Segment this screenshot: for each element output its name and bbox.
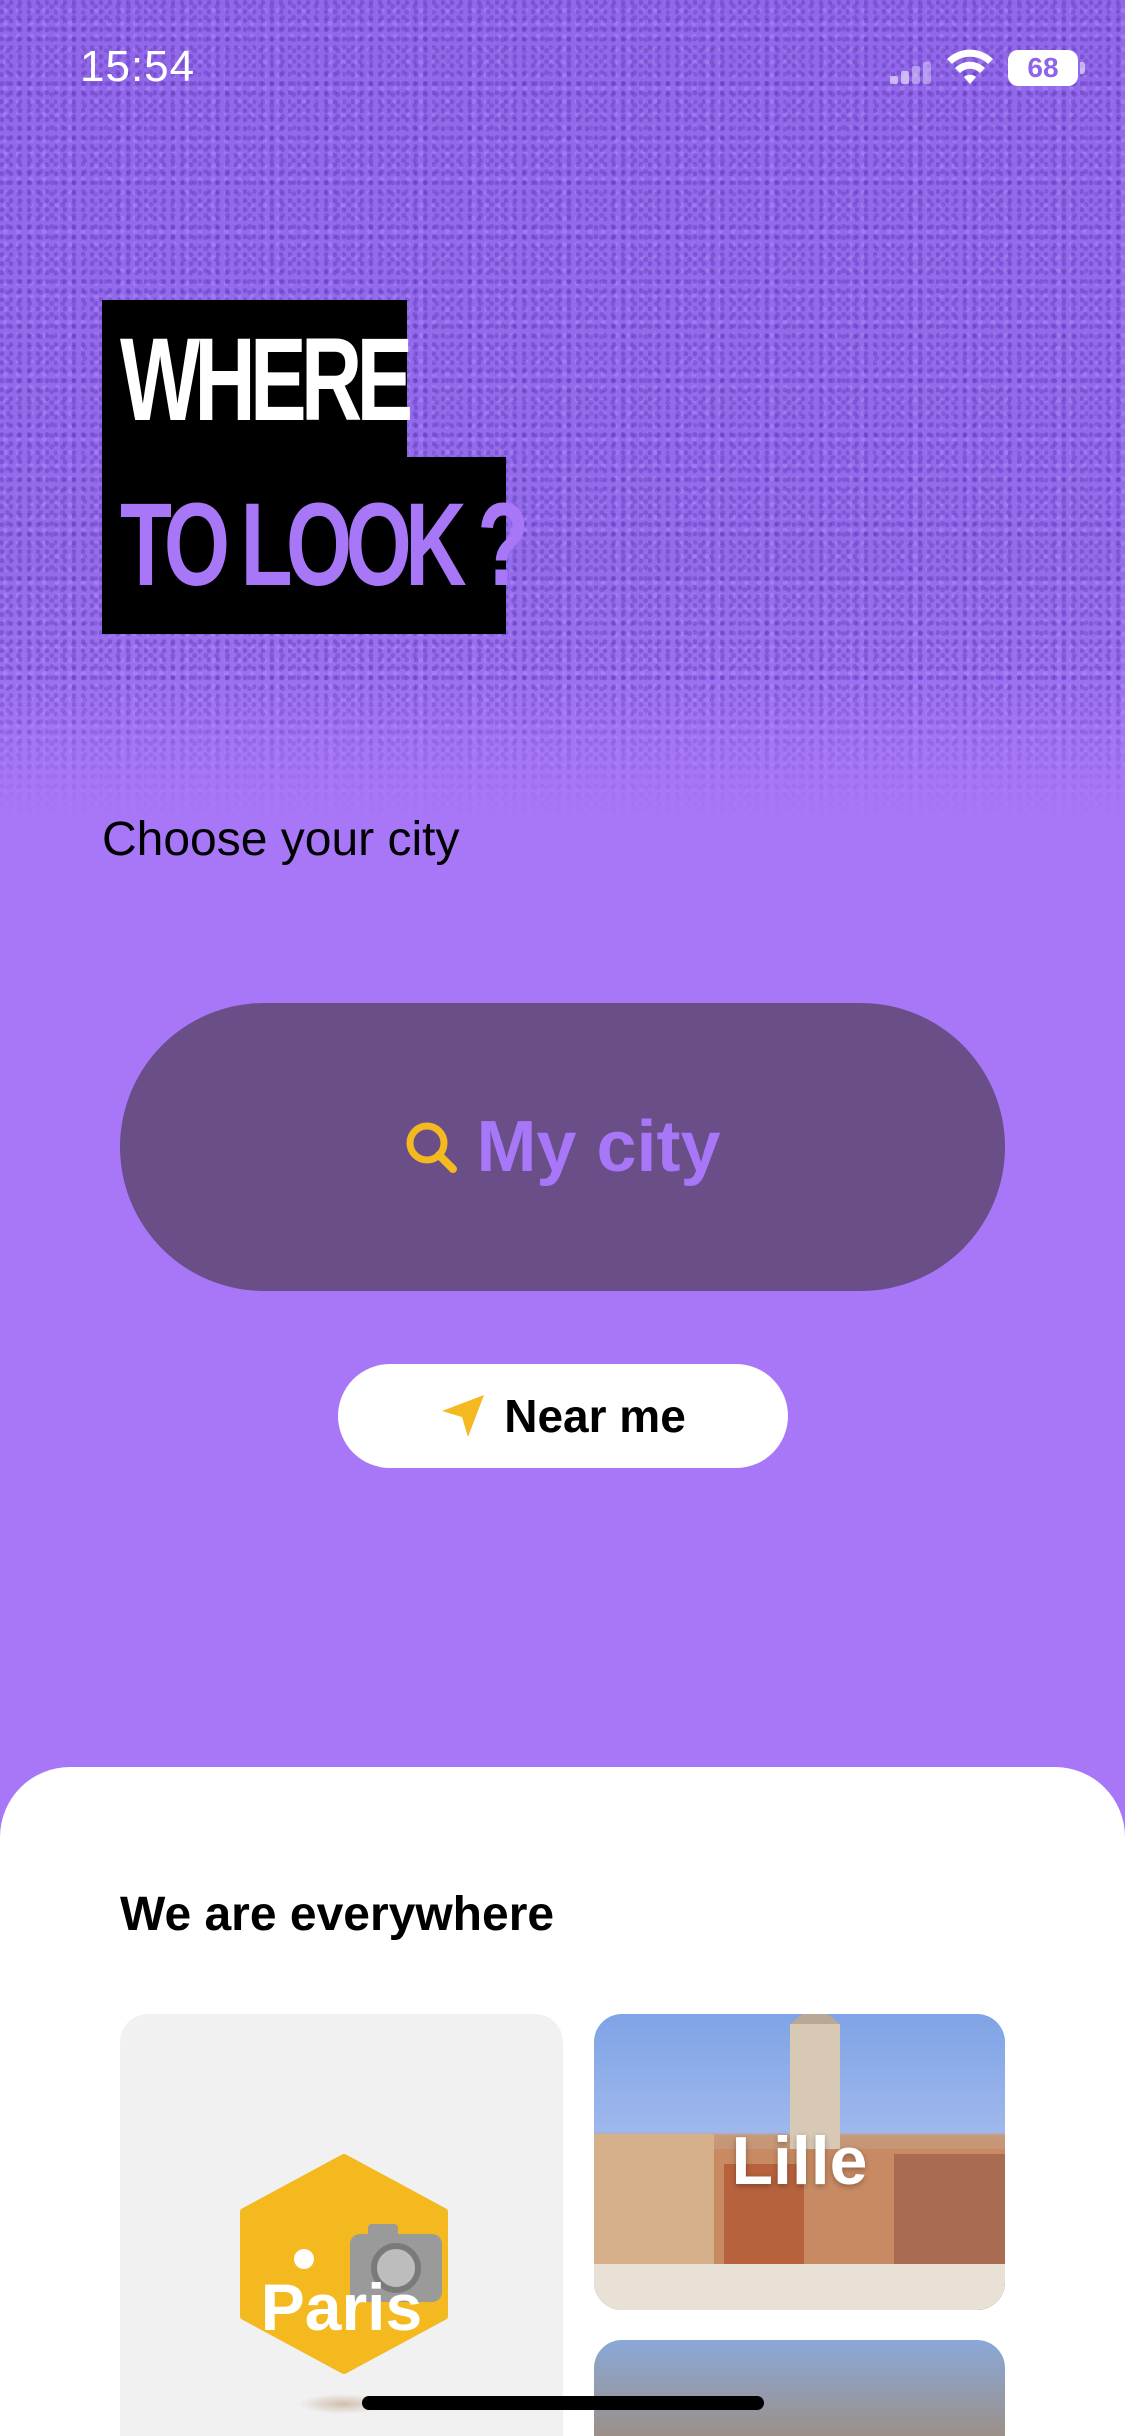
logo-line-2: TO LOOK ?	[102, 457, 529, 634]
city-card-paris[interactable]: Paris	[120, 2014, 563, 2436]
city-card[interactable]	[594, 2340, 1005, 2436]
near-me-label: Near me	[504, 1390, 686, 1442]
status-time: 15:54	[80, 42, 196, 91]
location-arrow-icon	[442, 1395, 485, 1437]
city-card-label: Lille	[731, 2123, 868, 2199]
city-card-label: Paris	[260, 2270, 423, 2344]
wifi-icon	[947, 49, 993, 84]
near-me-button[interactable]: Near me	[338, 1364, 788, 1468]
signal-icon	[890, 62, 931, 84]
city-card-lille[interactable]: Lille	[594, 2014, 1005, 2310]
status-bar: 15:54 68	[0, 0, 1125, 140]
page-subtitle: Choose your city	[102, 813, 460, 866]
search-button-label: My city	[476, 1107, 721, 1187]
cities-sheet: We are everywhere Paris Lille	[0, 1767, 1125, 2436]
my-city-search-button[interactable]: My city	[120, 1003, 1005, 1291]
search-icon	[406, 1122, 458, 1173]
home-indicator	[362, 2396, 764, 2410]
logo-line-1: WHERE	[102, 300, 413, 460]
sheet-title: We are everywhere	[120, 1888, 555, 1941]
battery-icon: 68	[1008, 50, 1085, 86]
